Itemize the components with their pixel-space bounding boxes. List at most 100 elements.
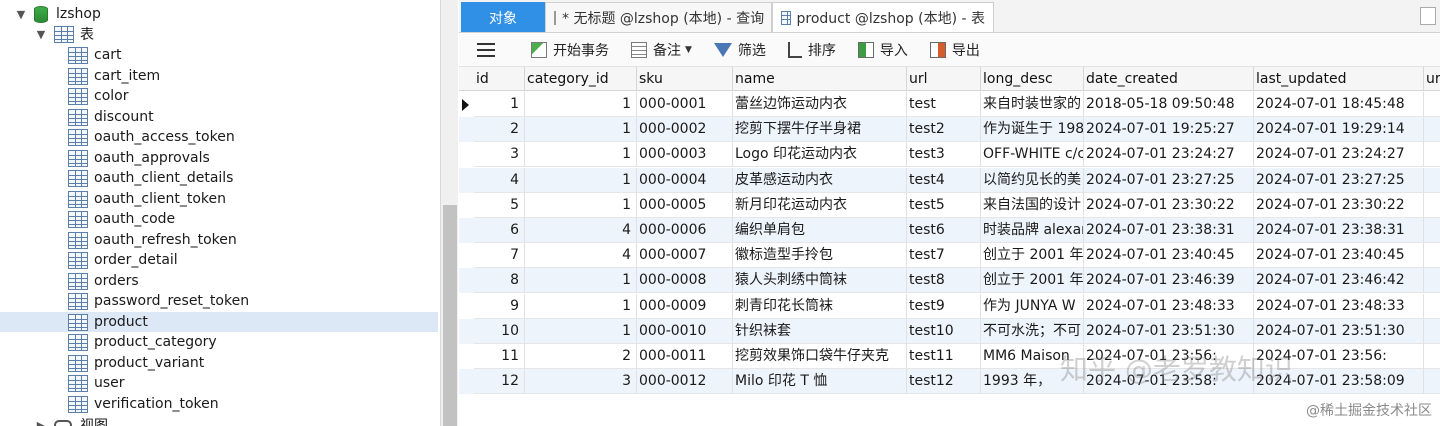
tab-objects[interactable]: 对象 (461, 2, 545, 32)
cell-url[interactable]: test9 (907, 293, 981, 319)
cell-last-updated[interactable]: 2024-07-01 23:38:31 (1254, 218, 1424, 243)
column-header-long-desc[interactable]: long_desc (981, 67, 1084, 91)
cell-id[interactable]: 5 (474, 192, 525, 218)
cell-long-desc[interactable]: OFF-WHITE c/c (981, 142, 1084, 168)
cell-category-id[interactable]: 3 (525, 369, 637, 395)
cell-date-created[interactable]: 2024-07-01 23:30:22 (1084, 192, 1254, 218)
cell-last-updated[interactable]: 2024-07-01 23:27:25 (1254, 167, 1424, 193)
cell-last-updated[interactable]: 2024-07-01 23:46:42 (1254, 268, 1424, 294)
cell-last-updated[interactable]: 2024-07-01 23:51:30 (1254, 318, 1424, 344)
cell-id[interactable]: 8 (474, 268, 525, 294)
scrollbar-thumb[interactable] (443, 205, 457, 426)
cell-id[interactable]: 12 (474, 369, 525, 395)
cell-name[interactable]: 挖剪下摆牛仔半身裙 (733, 117, 907, 143)
cell-long-desc[interactable]: 创立于 2001 年 (981, 268, 1084, 294)
tree-table-discount[interactable]: discount (68, 107, 154, 127)
cell-date-created[interactable]: 2018-05-18 09:50:48 (1084, 92, 1254, 117)
cell-name[interactable]: 刺青印花长筒袜 (733, 293, 907, 319)
cell-overflow[interactable] (1424, 344, 1440, 369)
cell-id[interactable]: 9 (474, 293, 525, 319)
tab-list-button[interactable] (1420, 7, 1436, 25)
cell-name[interactable]: 猿人头刺绣中筒袜 (733, 268, 907, 294)
table-row[interactable]: 2 1 000-0002 挖剪下摆牛仔半身裙 test2 作为诞生于 198 2024-07… (459, 117, 1440, 143)
tree-table-product-variant[interactable]: product_variant (68, 353, 204, 373)
cell-date-created[interactable]: 2024-07-01 23:48:33 (1084, 293, 1254, 319)
cell-last-updated[interactable]: 2024-07-01 19:29:14 (1254, 117, 1424, 143)
cell-url[interactable]: test4 (907, 167, 981, 193)
cell-id[interactable]: 7 (474, 243, 525, 269)
cell-sku[interactable]: 000-0012 (637, 369, 733, 395)
cell-overflow[interactable] (1424, 268, 1440, 294)
cell-url[interactable]: test (907, 92, 981, 117)
cell-long-desc[interactable]: 创立于 2001 年 (981, 243, 1084, 269)
cell-id[interactable]: 4 (474, 167, 525, 193)
column-header-sku[interactable]: sku (637, 67, 733, 91)
cell-long-desc[interactable]: 时装品牌 alexar (981, 218, 1084, 243)
table-row[interactable]: 4 1 000-0004 皮革感运动内衣 test4 以简约见长的美 2024-07-01 … (459, 167, 1440, 193)
table-row[interactable]: 10 1 000-0010 针织袜套 test10 不可水洗；不可 2024-07-01 2… (459, 318, 1440, 344)
cell-url[interactable]: test2 (907, 117, 981, 143)
cell-name[interactable]: 挖剪效果饰口袋牛仔夹克 (733, 344, 907, 369)
cell-overflow[interactable] (1424, 193, 1440, 218)
cell-category-id[interactable]: 1 (525, 142, 637, 168)
tree-table-oauth-refresh-token[interactable]: oauth_refresh_token (68, 230, 237, 250)
filter-button[interactable]: 筛选 (713, 40, 766, 60)
column-header-ur[interactable]: ur (1424, 67, 1440, 91)
export-button[interactable]: 导出 (929, 40, 980, 60)
cell-id[interactable]: 3 (474, 142, 525, 168)
cell-long-desc[interactable]: 作为诞生于 198 (981, 117, 1084, 143)
cell-id[interactable]: 6 (474, 218, 525, 243)
cell-overflow[interactable] (1424, 243, 1440, 269)
cell-sku[interactable]: 000-0009 (637, 293, 733, 319)
table-row[interactable]: 1 1 000-0001 蕾丝边饰运动内衣 test 来自时装世家的 2018-05-18 … (459, 92, 1440, 117)
tree-table-order-detail[interactable]: order_detail (68, 250, 178, 270)
tree-table-oauth-access-token[interactable]: oauth_access_token (68, 127, 235, 147)
cell-category-id[interactable]: 4 (525, 243, 637, 269)
table-row[interactable]: 6 4 000-0006 编织单肩包 test6 时装品牌 alexar 2024-07-0… (459, 218, 1440, 243)
cell-date-created[interactable]: 2024-07-01 23:46:39 (1084, 268, 1254, 294)
tree-table-product[interactable]: product (0, 312, 438, 332)
cell-sku[interactable]: 000-0011 (637, 344, 733, 369)
cell-date-created[interactable]: 2024-07-01 23:51:30 (1084, 318, 1254, 344)
cell-last-updated[interactable]: 2024-07-01 23:30:22 (1254, 192, 1424, 218)
table-row[interactable]: 8 1 000-0008 猿人头刺绣中筒袜 test8 创立于 2001 年 2024-07… (459, 268, 1440, 294)
table-row[interactable]: 5 1 000-0005 新月印花运动内衣 test5 来自法国的设计 2024-07-01… (459, 192, 1440, 218)
tree-table-verification-token[interactable]: verification_token (68, 394, 219, 414)
cell-id[interactable]: 2 (474, 117, 525, 143)
cell-sku[interactable]: 000-0008 (637, 268, 733, 294)
cell-category-id[interactable]: 1 (525, 92, 637, 117)
column-header-url[interactable]: url (907, 67, 981, 91)
tree-table-oauth-client-details[interactable]: oauth_client_details (68, 168, 233, 188)
column-header-date-created[interactable]: date_created (1084, 67, 1254, 91)
cell-sku[interactable]: 000-0006 (637, 218, 733, 243)
column-header-name[interactable]: name (733, 67, 907, 91)
column-header-id[interactable]: id (474, 67, 525, 91)
cell-url[interactable]: test10 (907, 318, 981, 344)
cell-last-updated[interactable]: 2024-07-01 18:45:48 (1254, 92, 1424, 117)
tree-database-lzshop[interactable]: ▼ lzshop (14, 4, 101, 24)
cell-sku[interactable]: 000-0001 (637, 92, 733, 117)
cell-date-created[interactable]: 2024-07-01 23:40:45 (1084, 243, 1254, 269)
cell-name[interactable]: Logo 印花运动内衣 (733, 142, 907, 168)
cell-sku[interactable]: 000-0002 (637, 117, 733, 143)
tab-product-table[interactable]: product @lzshop (本地) - 表 (772, 2, 994, 32)
table-row[interactable]: 3 1 000-0003 Logo 印花运动内衣 test3 OFF-WHITE c/c 2… (459, 142, 1440, 168)
cell-category-id[interactable]: 1 (525, 117, 637, 143)
cell-long-desc[interactable]: 作为 JUNYA W (981, 293, 1084, 319)
cell-url[interactable]: test11 (907, 344, 981, 369)
tree-table-color[interactable]: color (68, 86, 128, 106)
cell-url[interactable]: test3 (907, 142, 981, 168)
cell-id[interactable]: 1 (474, 92, 525, 117)
tree-table-orders[interactable]: orders (68, 271, 139, 291)
cell-category-id[interactable]: 4 (525, 218, 637, 243)
cell-url[interactable]: test8 (907, 268, 981, 294)
cell-id[interactable]: 11 (474, 344, 525, 369)
cell-category-id[interactable]: 1 (525, 293, 637, 319)
cell-long-desc[interactable]: 不可水洗；不可 (981, 318, 1084, 344)
cell-long-desc[interactable]: 来自时装世家的 (981, 92, 1084, 117)
cell-long-desc[interactable]: 来自法国的设计 (981, 192, 1084, 218)
cell-sku[interactable]: 000-0007 (637, 243, 733, 269)
cell-sku[interactable]: 000-0010 (637, 318, 733, 344)
tree-table-oauth-code[interactable]: oauth_code (68, 209, 175, 229)
cell-category-id[interactable]: 2 (525, 344, 637, 369)
